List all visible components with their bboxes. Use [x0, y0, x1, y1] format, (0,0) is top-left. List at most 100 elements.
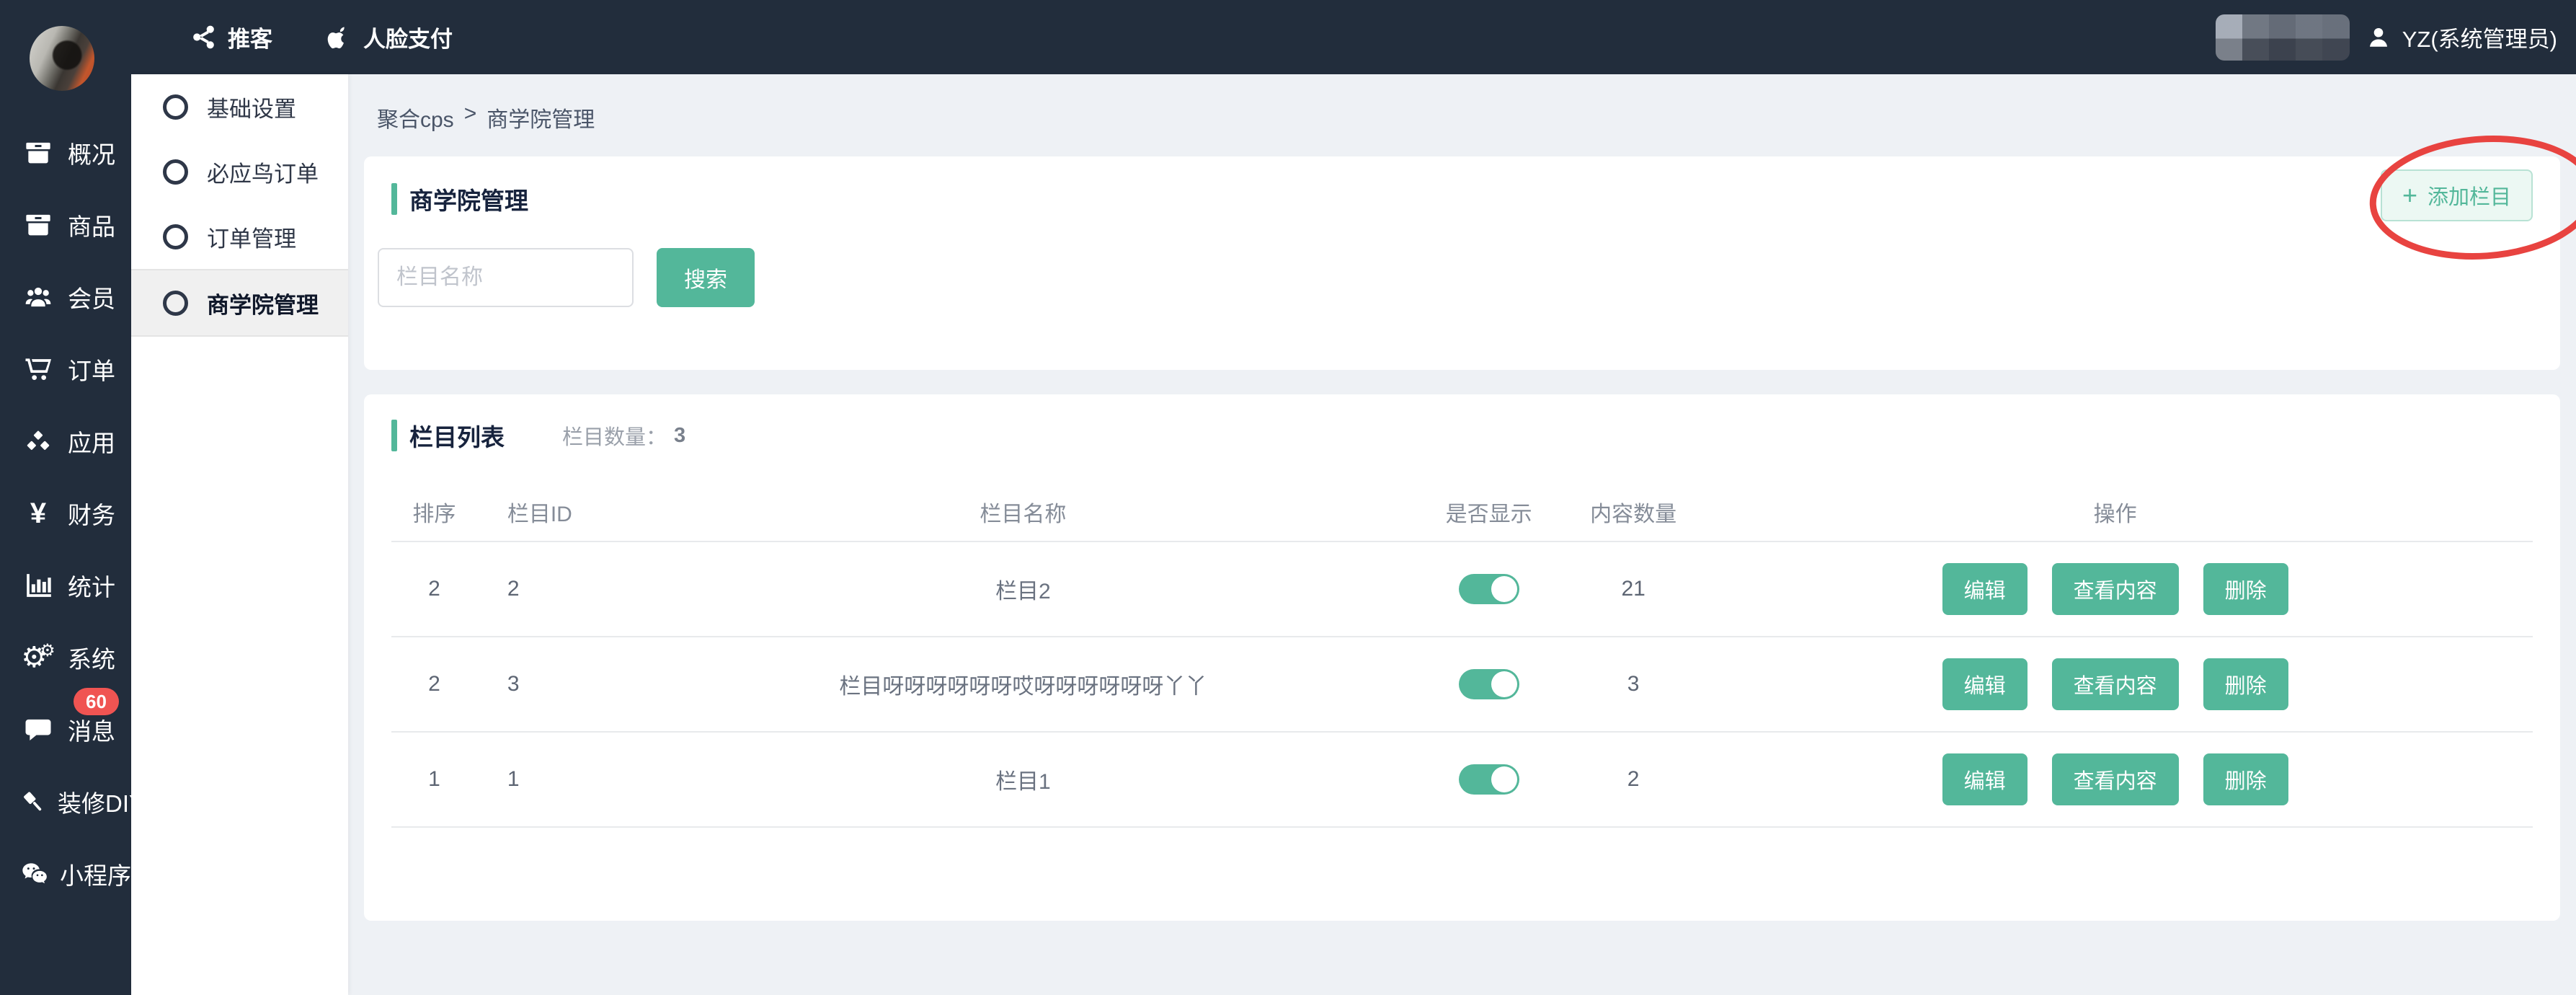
cell-content-count: 3: [1569, 672, 1697, 696]
submenu: 基础设置 必应鸟订单 订单管理 商学院管理: [131, 74, 348, 995]
edit-button[interactable]: 编辑: [1942, 563, 2028, 615]
sidebar-item-products[interactable]: 商品: [0, 189, 131, 261]
radio-circle-icon: [163, 94, 188, 120]
header-actions: 操作: [1697, 496, 2533, 528]
column-name-input[interactable]: [378, 248, 634, 307]
table-row: 2 3 栏目呀呀呀呀呀呀哎呀呀呀呀呀呀丫丫 3 编辑 查看内容 删除: [391, 637, 2533, 733]
delete-button[interactable]: 删除: [2203, 753, 2288, 805]
yen-icon: ¥: [19, 499, 58, 528]
topbar-tab-tuike[interactable]: 推客: [190, 21, 272, 53]
cell-content-count: 21: [1569, 577, 1697, 601]
cell-actions: 编辑 查看内容 删除: [1697, 563, 2533, 615]
user-menu[interactable]: YZ(系统管理员): [2366, 21, 2557, 53]
breadcrumb-parent[interactable]: 聚合cps: [377, 102, 454, 133]
view-content-button[interactable]: 查看内容: [2052, 658, 2179, 710]
sidebar-item-orders[interactable]: 订单: [0, 333, 131, 405]
cell-column-id: 3: [477, 672, 638, 696]
topbar-right: YZ(系统管理员): [2216, 14, 2557, 61]
edit-button[interactable]: 编辑: [1942, 658, 2028, 710]
cell-column-name: 栏目1: [638, 764, 1409, 795]
cell-visible: [1408, 764, 1569, 795]
add-column-button[interactable]: + 添加栏目: [2381, 169, 2533, 221]
radio-circle-icon: [163, 224, 188, 249]
wechat-icon: [19, 859, 50, 888]
cart-icon: [19, 355, 58, 384]
sidebar-item-label: 小程序: [60, 857, 131, 891]
view-content-button[interactable]: 查看内容: [2052, 563, 2179, 615]
cell-column-name: 栏目呀呀呀呀呀呀哎呀呀呀呀呀呀丫丫: [638, 668, 1409, 700]
sidebar-item-label: 系统: [68, 640, 115, 675]
column-list-head: 栏目列表 栏目数量： 3: [364, 394, 2560, 453]
gears-icon: ⚙⚙: [19, 643, 58, 672]
delete-button[interactable]: 删除: [2203, 658, 2288, 710]
manage-panel: 商学院管理 搜索 + 添加栏目: [364, 156, 2560, 370]
sidebar-item-mini-program[interactable]: 小程序: [0, 838, 131, 910]
visible-toggle[interactable]: [1459, 574, 1519, 604]
sidebar-item-label: 财务: [68, 496, 115, 531]
add-column-label: 添加栏目: [2428, 180, 2511, 211]
user-label: YZ(系统管理员): [2402, 21, 2557, 53]
topbar: 推客 人脸支付 YZ(系统管理员): [131, 0, 2576, 74]
cell-sort: 1: [391, 767, 477, 792]
radio-circle-icon: [163, 291, 188, 316]
main-content: 聚合cps > 商学院管理 商学院管理 搜索 + 添加栏目: [348, 74, 2576, 995]
share-icon: [190, 24, 217, 50]
cell-content-count: 2: [1569, 767, 1697, 792]
sidebar-nav: 概况 商品 会员 订单: [0, 117, 131, 910]
sidebar-item-label: 概况: [68, 136, 115, 170]
sidebar-item-members[interactable]: 会员: [0, 261, 131, 333]
cell-column-id: 1: [477, 767, 638, 792]
sidebar-item-statistics[interactable]: 统计: [0, 549, 131, 622]
product-box-icon: [19, 211, 58, 239]
avatar[interactable]: [30, 26, 94, 91]
sidebar-item-finance[interactable]: ¥ 财务: [0, 477, 131, 549]
table-row: 1 1 栏目1 2 编辑 查看内容 删除: [391, 733, 2533, 828]
edit-button[interactable]: 编辑: [1942, 753, 2028, 805]
apple-icon: [326, 24, 352, 50]
sidebar-item-label: 统计: [68, 568, 115, 603]
sidebar-item-label: 消息: [68, 712, 115, 747]
breadcrumb-current: 商学院管理: [487, 102, 595, 133]
column-list-panel: 栏目列表 栏目数量： 3 排序 栏目ID 栏目名称 是否显示 内容数量 操作 2…: [364, 394, 2560, 921]
visible-toggle[interactable]: [1459, 764, 1519, 795]
visible-toggle[interactable]: [1459, 669, 1519, 699]
sidebar-item-label: 会员: [68, 280, 115, 314]
gavel-icon: [19, 787, 48, 816]
header-sort: 排序: [391, 496, 477, 528]
topbar-tab-label: 推客: [228, 21, 272, 53]
archive-box-icon: [19, 138, 58, 167]
section-accent-bar: [391, 183, 397, 215]
table-row: 2 2 栏目2 21 编辑 查看内容 删除: [391, 542, 2533, 637]
column-table: 排序 栏目ID 栏目名称 是否显示 内容数量 操作 2 2 栏目2 21 编辑 …: [391, 483, 2533, 828]
cell-sort: 2: [391, 672, 477, 696]
view-content-button[interactable]: 查看内容: [2052, 753, 2179, 805]
sidebar-item-overview[interactable]: 概况: [0, 117, 131, 189]
cell-visible: [1408, 669, 1569, 699]
bar-chart-icon: [19, 571, 58, 600]
topbar-tab-face-pay[interactable]: 人脸支付: [326, 21, 453, 53]
manage-panel-head: 商学院管理: [364, 156, 2560, 216]
sidebar-item-system[interactable]: ⚙⚙ 系统: [0, 622, 131, 694]
plus-icon: +: [2402, 182, 2417, 208]
manage-panel-title: 商学院管理: [409, 182, 528, 216]
section-accent-bar: [391, 420, 397, 451]
delete-button[interactable]: 删除: [2203, 563, 2288, 615]
submenu-item-order-management[interactable]: 订单管理: [131, 204, 348, 269]
sidebar-item-apps[interactable]: 应用: [0, 405, 131, 477]
header-column-id: 栏目ID: [477, 496, 638, 528]
redacted-text: [2216, 14, 2350, 61]
sidebar-item-label: 商品: [68, 208, 115, 242]
submenu-item-business-school[interactable]: 商学院管理: [131, 269, 348, 337]
sidebar-item-decorate-diy[interactable]: 装修DIY: [0, 766, 131, 838]
breadcrumb: 聚合cps > 商学院管理: [348, 74, 2576, 133]
message-count-badge: 60: [74, 688, 119, 715]
breadcrumb-separator: >: [464, 102, 477, 133]
sidebar-item-messages[interactable]: 消息 60: [0, 694, 131, 766]
column-list-title: 栏目列表: [409, 418, 505, 453]
submenu-item-bingbird-orders[interactable]: 必应鸟订单: [131, 139, 348, 204]
search-button[interactable]: 搜索: [657, 248, 755, 307]
submenu-item-basic-settings[interactable]: 基础设置: [131, 74, 348, 139]
cell-column-name: 栏目2: [638, 573, 1409, 605]
users-icon: [19, 283, 58, 311]
column-count-value: 3: [674, 424, 685, 448]
